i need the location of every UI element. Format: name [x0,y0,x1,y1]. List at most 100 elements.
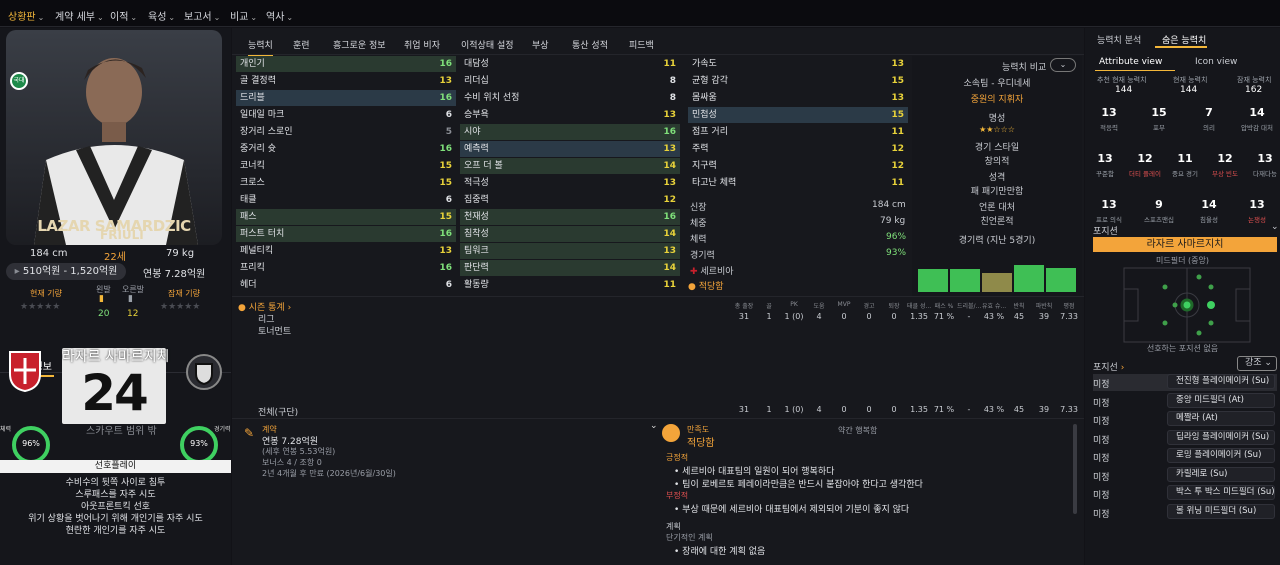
player-sidebar: LAZAR SAMARDZIC FRIULI 국대 184 cm 22세 79 … [0,28,231,565]
attribute-value: 16 [663,212,676,222]
role-row[interactable]: 미정 로밍 플레이메이커 (Su) [1093,448,1277,465]
total-label: 전체(구단) [258,408,299,418]
attribute-row[interactable]: 골 결정력 13 [236,73,456,89]
attribute-row[interactable]: 개인기 16 [236,56,456,72]
role-row[interactable]: 미정 딥라잉 플레이메이커 (Su) [1093,429,1277,447]
attribute-row[interactable]: 크로스 15 [236,175,456,191]
attribute-row[interactable]: 태클 6 [236,192,456,208]
role-row[interactable]: 미정 볼 위닝 미드필더 (Su) [1093,503,1277,521]
attribute-row[interactable]: 적극성 13 [460,175,680,191]
shirt-number: 24 [81,364,149,422]
nav-transfer[interactable]: 이적 ⌄ [110,8,137,23]
role-dropdown[interactable]: 전진형 플레이메이커 (Su) [1167,374,1275,389]
tab-icon-view[interactable]: Icon view [1195,57,1237,67]
attribute-row[interactable]: 침착성 14 [460,226,680,242]
nav-development[interactable]: 육성 ⌄ [148,8,175,23]
attribute-row[interactable]: 리더십 8 [460,73,680,89]
tab-work-permit[interactable]: 취업 비자 [404,38,440,51]
nav-history[interactable]: 역사 ⌄ [266,8,293,23]
attribute-row[interactable]: 승부욕 13 [460,107,680,123]
attribute-value: 14 [663,161,676,171]
role-dropdown[interactable]: 카릴레로 (Su) [1167,466,1275,482]
attribute-row[interactable]: 천재성 16 [460,209,680,225]
plan-item: • 장래에 대한 계획 없음 [674,547,766,557]
attribute-row[interactable]: 수비 위치 선정 8 [460,90,680,106]
stats-cell: 39 [1038,312,1050,321]
role-row[interactable]: 미정 카릴레로 (Su) [1093,466,1277,484]
attribute-value: 13 [891,59,904,69]
strength-dropdown[interactable]: 강조 ⌄ [1237,356,1277,371]
role-dropdown[interactable]: 딥라잉 플레이메이커 (Su) [1167,429,1275,445]
attribute-row[interactable]: 몸싸움 13 [688,90,908,106]
attribute-row[interactable]: 지구력 12 [688,158,908,174]
attribute-row[interactable]: 일대일 마크 6 [236,107,456,123]
attribute-row[interactable]: 중거리 슛 16 [236,141,456,157]
attribute-row[interactable]: 헤더 6 [236,277,456,293]
hidden-attribute-label: 부상 빈도 [1212,170,1238,178]
attribute-row[interactable]: 드리블 16 [236,90,456,106]
attribute-row[interactable]: 팀워크 13 [460,243,680,259]
attribute-row[interactable]: 퍼스트 터치 16 [236,226,456,242]
role-dropdown[interactable]: 로밍 플레이메이커 (Su) [1167,448,1275,463]
attribute-row[interactable]: 코너킥 15 [236,158,456,174]
role-dropdown[interactable]: 볼 위닝 미드필더 (Su) [1167,503,1275,519]
position-caption: 선호하는 포지션 없음 [1146,344,1219,353]
attribute-row[interactable]: 패스 15 [236,209,456,225]
right-foot-label: 오른발 [122,285,145,294]
attribute-row[interactable]: 대담성 11 [460,56,680,72]
role-dropdown[interactable]: 중앙 미드필더 (At) [1167,392,1275,408]
nav-overview[interactable]: 상황판 ⌄ [8,8,45,30]
tab-feedback[interactable]: 피드백 [629,38,654,51]
attribute-row[interactable]: 활동량 11 [460,277,680,293]
form-chart [918,254,1078,292]
role-row[interactable]: 미정 메짤라 (At) [1093,411,1277,428]
hidden-attribute-label: 중요 경기 [1172,170,1198,178]
role-dropdown[interactable]: 박스 투 박스 미드필더 (Su) [1167,485,1275,500]
hidden-attribute-value: 11 [1177,152,1193,165]
tab-attribute-view[interactable]: Attribute view [1099,57,1162,67]
tab-training[interactable]: 훈련 [293,38,310,51]
attribute-value: 13 [439,76,452,86]
attribute-row[interactable]: 타고난 체력 11 [688,175,908,191]
tab-ability-analysis[interactable]: 능력치 분석 [1097,33,1141,46]
attribute-row[interactable]: 예측력 13 [460,141,680,157]
nav-compare[interactable]: 비교 ⌄ [230,8,257,23]
collapse-icon[interactable]: ⌄ [650,421,658,431]
role-level: 미정 [1093,417,1110,427]
ability-value: 144 [1115,85,1133,95]
role-row[interactable]: 미정 전진형 플레이메이커 (Su) [1093,374,1277,391]
tab-transfer-status[interactable]: 이적상태 설정 [461,38,514,51]
attribute-name: 팀워크 [464,246,489,256]
tab-career-stats[interactable]: 통산 성적 [572,38,608,51]
tab-attributes[interactable]: 능력치 [248,38,273,56]
chevron-down-icon: ⌄ [250,13,258,22]
fitness-value: 96% [22,439,40,448]
attribute-row[interactable]: 시야 16 [460,124,680,140]
tab-interesting-info[interactable]: 흥그로운 정보 [333,38,386,51]
attribute-row[interactable]: 장거리 스로인 5 [236,124,456,140]
role-row[interactable]: 미정 중앙 미드필더 (At) [1093,392,1277,410]
chevron-down-icon[interactable]: ⌄ [1271,222,1279,232]
warning-icon: ● [688,282,699,292]
attribute-row[interactable]: 민첩성 15 [688,107,908,123]
attribute-row[interactable]: 프리킥 16 [236,260,456,276]
attribute-value: 8 [669,93,676,103]
compare-dropdown[interactable]: ⌄ [1050,58,1076,72]
tab-injury[interactable]: 부상 [532,38,549,51]
shirt-sponsor: FRIULI [100,228,144,242]
role-row[interactable]: 미정 박스 투 박스 미드필더 (Su) [1093,485,1277,502]
scrollbar[interactable] [1073,424,1077,514]
attribute-row[interactable]: 페널티킥 13 [236,243,456,259]
attribute-row[interactable]: 판단력 14 [460,260,680,276]
nav-contract[interactable]: 계약 세부 ⌄ [55,8,104,23]
attribute-row[interactable]: 가속도 13 [688,56,908,72]
nav-reports[interactable]: 보고서 ⌄ [184,8,220,23]
attribute-value: 14 [663,263,676,273]
attribute-row[interactable]: 집중력 12 [460,192,680,208]
attribute-row[interactable]: 주력 12 [688,141,908,157]
tab-hidden-attributes[interactable]: 숨은 능력치 [1162,33,1206,46]
attribute-row[interactable]: 점프 거리 11 [688,124,908,140]
role-dropdown[interactable]: 메짤라 (At) [1167,411,1275,426]
attribute-row[interactable]: 오프 더 볼 14 [460,158,680,174]
attribute-row[interactable]: 균형 감각 15 [688,73,908,89]
